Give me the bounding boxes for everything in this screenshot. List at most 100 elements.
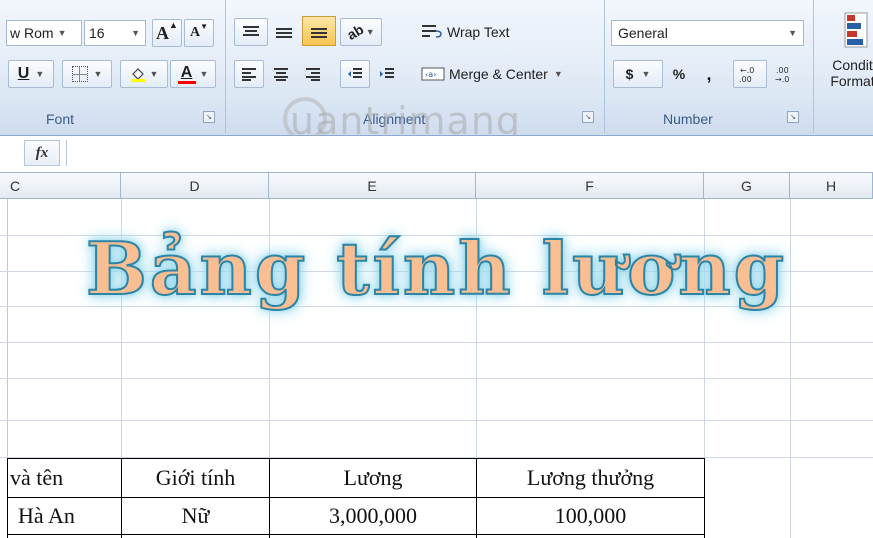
svg-text:←.0: ←.0 [740,66,754,75]
table-cell-name[interactable]: Hà An [18,498,120,534]
column-header-c[interactable]: C [0,173,121,199]
increase-indent-button[interactable] [372,60,402,88]
formula-input[interactable] [66,140,873,166]
chevron-down-icon: ▼ [788,28,797,38]
border-grid-icon [71,66,88,82]
wrap-text-icon [422,25,442,38]
column-label: G [741,177,752,194]
column-label: C [10,177,21,194]
table-header-name[interactable]: và tên [10,459,120,497]
chevron-down-icon: ▼ [365,27,375,37]
column-label: E [367,177,377,194]
chevron-down-icon: ▼ [57,28,67,38]
svg-text:→.0: →.0 [775,75,789,84]
table-cell-salary[interactable]: 3,000,000 [270,498,476,534]
orientation-button[interactable]: ab ▼ [340,18,382,46]
align-left-icon [242,68,256,81]
column-header-g[interactable]: G [704,173,790,199]
decrease-decimal-icon: .00→.0 [775,66,789,84]
number-format-select[interactable]: General ▼ [611,20,804,46]
chevron-down-icon: ▼ [199,69,209,79]
chevron-down-icon: ▼ [131,28,140,38]
font-name-select[interactable]: w Rom ▼ [6,20,82,46]
currency-button[interactable]: $ ▼ [613,60,663,88]
dialog-launcher-icon[interactable]: ↘ [203,111,215,123]
fx-icon: fx [35,144,49,161]
number-format-value: General [618,25,668,41]
align-right-button[interactable] [298,60,328,88]
column-header-f[interactable]: F [476,173,704,199]
align-top-icon [243,26,259,36]
table-header-gender[interactable]: Giới tính [122,459,269,497]
column-header-e[interactable]: E [269,173,476,199]
dialog-launcher-icon[interactable]: ↘ [787,111,799,123]
align-center-button[interactable] [266,60,296,88]
align-center-icon [274,68,288,81]
table-border [7,534,704,535]
chevron-down-icon: ▼ [641,69,651,79]
bottom-align-button[interactable] [302,16,336,46]
decrease-decimal-button[interactable]: .00 →.0 [769,60,803,88]
align-left-button[interactable] [234,60,264,88]
font-color-button[interactable]: A ▼ [170,60,216,88]
font-size-select[interactable]: 16 ▼ [84,20,146,46]
font-size-value: 16 [89,25,105,41]
styles-group: Condit Format [814,0,873,133]
middle-align-button[interactable] [268,18,300,46]
chevron-down-icon: ▼ [149,69,159,79]
table-cell-bonus[interactable]: 100,000 [477,498,704,534]
ribbon: w Rom ▼ 16 ▼ A ▲ A ▼ U ▼ ▼ ▼ A ▼ Font ↘ … [0,0,873,143]
font-name-value: w Rom [10,25,54,41]
percent-button[interactable]: % [665,60,693,88]
merge-center-button[interactable]: ‹a› Merge & Center ▼ [420,60,592,88]
column-header-h[interactable]: H [790,173,873,199]
merge-center-label: Merge & Center [449,66,548,82]
column-label: H [825,177,837,194]
gridline [0,342,873,343]
decrease-indent-button[interactable] [340,60,370,88]
conditional-formatting-label-1: Condit [832,57,873,73]
conditional-formatting-icon [844,12,867,48]
number-group: General ▼ $ ▼ % , ←.0.00 .00 →.0 Number ↘ [605,0,814,133]
increase-decimal-button[interactable]: ←.0.00 [733,60,767,88]
borders-button[interactable]: ▼ [62,60,112,88]
formula-bar: fx [0,136,873,173]
fill-color-button[interactable]: ▼ [120,60,168,88]
gridline [0,378,873,379]
align-middle-icon [276,28,292,38]
underline-icon: U [17,65,30,82]
column-label: F [585,177,594,194]
table-header-bonus[interactable]: Lương thưởng [477,459,704,497]
shrink-font-button[interactable]: A ▼ [184,19,214,47]
table-border [7,458,8,538]
conditional-formatting-label-2: Format [830,73,873,89]
wrap-text-label: Wrap Text [447,24,510,40]
column-header-d[interactable]: D [121,173,269,199]
dialog-launcher-icon[interactable]: ↘ [582,111,594,123]
svg-text:.00: .00 [739,75,752,84]
grow-font-button[interactable]: A ▲ [152,19,182,47]
text-orientation-icon: ab [344,20,367,44]
conditional-formatting-button[interactable]: Condit Format [814,10,873,110]
comma-button[interactable]: , [697,60,721,88]
table-cell-gender[interactable]: Nữ [122,498,269,534]
font-group: w Rom ▼ 16 ▼ A ▲ A ▼ U ▼ ▼ ▼ A ▼ Font ↘ [0,0,226,133]
insert-function-button[interactable]: fx [24,140,60,166]
align-bottom-icon [311,28,327,38]
chevron-down-icon: ▼ [553,69,563,79]
percent-icon: % [672,66,686,82]
underline-button[interactable]: U ▼ [8,60,54,88]
comma-icon: , [706,63,712,84]
column-label: D [189,177,200,194]
table-header-salary[interactable]: Lương [270,459,476,497]
top-align-button[interactable] [234,18,268,46]
paint-bucket-icon [130,66,146,82]
sheet-title[interactable]: Bảng tính lương [0,225,873,312]
chevron-down-icon: ▼ [93,69,103,79]
font-group-label: Font [46,111,75,127]
currency-icon: $ [625,66,634,82]
font-color-icon: A [177,64,196,84]
svg-text:‹a›: ‹a› [425,70,436,79]
chevron-down-icon: ▼ [35,69,45,79]
wrap-text-button[interactable]: Wrap Text [420,18,540,46]
